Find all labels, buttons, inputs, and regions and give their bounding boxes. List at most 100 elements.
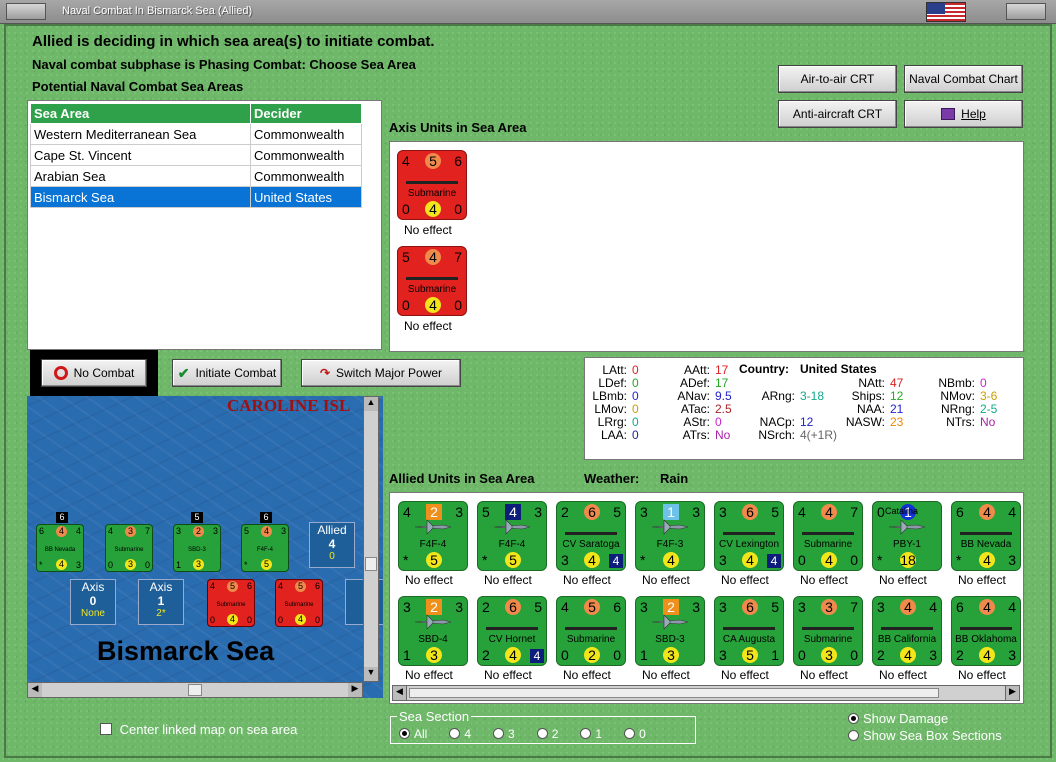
map-allied-unit[interactable]: 5 4 3 F4F-4 * 5 <box>241 524 289 572</box>
allied-unit-counter[interactable]: 3 3 7 Submarine 0 3 0 <box>793 596 863 666</box>
ship-silhouette-icon <box>723 624 775 630</box>
center-linked-option[interactable]: Center linked map on sea area <box>100 722 297 737</box>
allied-unit-counter[interactable]: 5 4 3 F4F-4 * 5 <box>477 501 547 571</box>
axis-sea-box[interactable]: Axis 0 None <box>70 579 116 625</box>
radio-option-all[interactable]: All <box>399 727 427 741</box>
radio-button[interactable] <box>848 730 859 741</box>
show-damage-option[interactable]: Show Damage <box>848 711 948 726</box>
scroll-left-arrow-icon[interactable]: ◀ <box>28 683 42 697</box>
counter-value: 6 <box>39 526 45 536</box>
allied-unit-counter[interactable]: 4 2 3 F4F-4 * 5 <box>398 501 468 571</box>
table-row-selected[interactable]: Bismarck Sea United States <box>30 186 362 208</box>
allied-unit-counter[interactable]: 4 5 6 Submarine 0 2 0 <box>556 596 626 666</box>
ship-silhouette-icon <box>802 529 854 535</box>
radio-option-1[interactable]: 1 <box>580 727 602 741</box>
sea-area-map[interactable]: CAROLINE ISL 6 5 6 Allied 4 0 Axis 0 Non… <box>27 396 383 698</box>
scroll-right-arrow-icon[interactable]: ▶ <box>1005 686 1019 700</box>
radio-button[interactable] <box>536 728 548 739</box>
scroll-thumb[interactable] <box>365 557 377 571</box>
show-sections-option[interactable]: Show Sea Box Sections <box>848 728 1002 743</box>
allied-unit-counter[interactable]: 6 4 4 BB Nevada * 4 3 <box>951 501 1021 571</box>
map-allied-unit[interactable]: 6 4 4 BB Nevada * 4 3 <box>36 524 84 572</box>
column-header-decider[interactable]: Decider <box>250 103 362 124</box>
radio-option-4[interactable]: 4 <box>449 727 471 741</box>
allied-sea-box[interactable]: Allied 4 0 <box>309 522 355 568</box>
table-row[interactable]: Arabian Sea Commonwealth <box>30 165 362 187</box>
scroll-thumb[interactable] <box>409 688 939 698</box>
allied-unit-counter[interactable]: 0 1 PBY-1 * 18 Catalina <box>872 501 942 571</box>
initiate-combat-button[interactable]: ✔ Initiate Combat <box>172 359 282 387</box>
allied-unit-counter[interactable]: 4 4 7 Submarine 0 4 0 <box>793 501 863 571</box>
scroll-thumb[interactable] <box>188 684 202 696</box>
counter-value: * <box>39 560 43 570</box>
country-stats-panel: LAtt: 0 LDef: 0 LBmb: 0 LMov: 0 LRrg: 0 … <box>584 357 1024 460</box>
radio-option-3[interactable]: 3 <box>493 727 515 741</box>
allied-unit-counter[interactable]: 3 4 4 BB California 2 4 3 <box>872 596 942 666</box>
map-axis-unit[interactable]: 4 5 6 Submarine 0 4 0 <box>275 579 323 627</box>
scroll-right-arrow-icon[interactable]: ▶ <box>348 683 362 697</box>
unit-name: F4F-3 <box>656 539 684 550</box>
system-menu-button[interactable] <box>6 3 46 20</box>
decider-cell[interactable]: Commonwealth <box>250 123 362 145</box>
sea-area-cell[interactable]: Bismarck Sea <box>30 186 251 208</box>
allied-unit-counter[interactable]: 3 6 5 CA Augusta 3 5 1 <box>714 596 784 666</box>
map-vertical-scrollbar[interactable]: ▲ ▼ <box>363 396 379 682</box>
unit-effect: No effect <box>405 668 453 682</box>
naval-combat-chart-button[interactable]: Naval Combat Chart <box>904 65 1023 93</box>
table-row[interactable]: Cape St. Vincent Commonwealth <box>30 144 362 166</box>
radio-option-2[interactable]: 2 <box>536 727 558 741</box>
allied-unit-counter[interactable]: 2 6 5 CV Saratoga 3 4 4 <box>556 501 626 571</box>
scroll-down-arrow-icon[interactable]: ▼ <box>364 667 378 681</box>
decider-cell[interactable]: Commonwealth <box>250 165 362 187</box>
axis-unit-counter[interactable]: 4 5 6 Submarine 0 4 0 <box>397 150 467 220</box>
unit-name: F4F-4 <box>419 539 447 550</box>
map-horizontal-scrollbar[interactable]: ◀ ▶ <box>27 682 363 698</box>
allied-units-panel: 4 2 3 F4F-4 * 5 No effect 5 4 3 F4F-4 * 5 No effect 2 6… <box>389 492 1024 704</box>
radio-option-0[interactable]: 0 <box>624 727 646 741</box>
allied-unit-counter[interactable]: 3 1 3 F4F-3 * 4 <box>635 501 705 571</box>
decider-cell[interactable]: Commonwealth <box>250 144 362 166</box>
scroll-left-arrow-icon[interactable]: ◀ <box>393 686 407 700</box>
map-allied-unit[interactable]: 4 3 7 Submarine 0 3 0 <box>105 524 153 572</box>
unit-effect: No effect <box>404 223 452 237</box>
counter-value: 5 <box>534 599 542 615</box>
air-to-air-crt-button[interactable]: Air-to-air CRT <box>778 65 897 93</box>
radio-button[interactable] <box>624 728 636 739</box>
sea-area-cell[interactable]: Arabian Sea <box>30 165 251 187</box>
table-row[interactable]: Western Mediterranean Sea Commonwealth <box>30 123 362 145</box>
unit-name: CV Saratoga <box>562 539 620 550</box>
scroll-up-arrow-icon[interactable]: ▲ <box>364 397 378 411</box>
counter-value: 0 <box>402 201 410 217</box>
no-combat-button[interactable]: No Combat <box>41 359 147 387</box>
radio-button[interactable] <box>848 713 859 724</box>
map-allied-unit[interactable]: 3 2 3 SBD-3 1 3 <box>173 524 221 572</box>
allied-unit-counter[interactable]: 2 6 5 CV Hornet 2 4 4 <box>477 596 547 666</box>
counter-value: 4 <box>900 599 916 615</box>
sea-area-cell[interactable]: Western Mediterranean Sea <box>30 123 251 145</box>
column-header-sea-area[interactable]: Sea Area <box>30 103 251 124</box>
minimize-button[interactable] <box>1006 3 1046 20</box>
radio-button[interactable] <box>580 728 592 739</box>
counter-value: 7 <box>850 599 858 615</box>
counter-value: 2 <box>877 647 885 663</box>
allied-unit-counter[interactable]: 3 2 3 SBD-3 1 3 <box>635 596 705 666</box>
axis-unit-counter[interactable]: 5 4 7 Submarine 0 4 0 <box>397 246 467 316</box>
help-button[interactable]: Help <box>904 100 1023 128</box>
radio-button[interactable] <box>449 728 461 739</box>
axis-section-title: Axis Units in Sea Area <box>389 120 527 135</box>
radio-button[interactable] <box>399 728 410 739</box>
map-axis-unit[interactable]: 4 5 6 Submarine 0 4 0 <box>207 579 255 627</box>
allied-unit-counter[interactable]: 3 6 5 CV Lexington 3 4 4 <box>714 501 784 571</box>
checkbox[interactable] <box>100 723 112 735</box>
switch-major-power-button[interactable]: ↷ Switch Major Power <box>301 359 461 387</box>
allied-unit-counter[interactable]: 3 2 3 SBD-4 1 3 <box>398 596 468 666</box>
decider-cell[interactable]: United States <box>250 186 362 208</box>
anti-aircraft-crt-button[interactable]: Anti-aircraft CRT <box>778 100 897 128</box>
axis-sea-box[interactable]: Axis 1 2* <box>138 579 184 625</box>
allied-unit-counter[interactable]: 6 4 4 BB Oklahoma 2 4 3 <box>951 596 1021 666</box>
counter-value: 4 <box>663 552 679 568</box>
sea-area-cell[interactable]: Cape St. Vincent <box>30 144 251 166</box>
radio-button[interactable] <box>493 728 505 739</box>
counter-value: 6 <box>742 599 758 615</box>
allied-horizontal-scrollbar[interactable]: ◀ ▶ <box>392 685 1020 701</box>
